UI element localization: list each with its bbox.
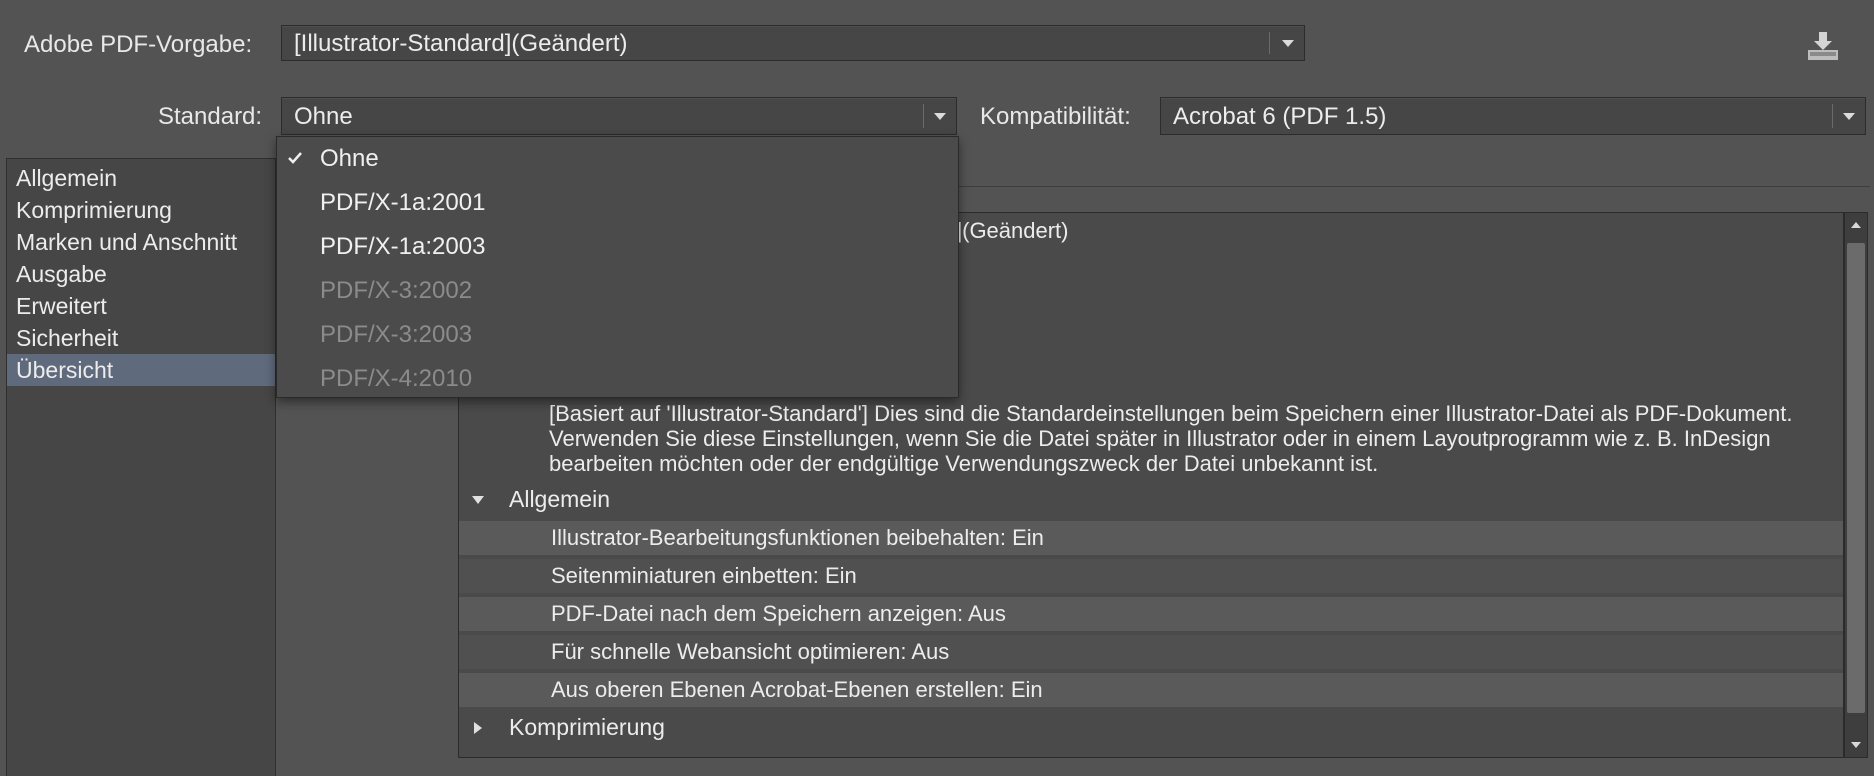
summary-scrollbar[interactable] xyxy=(1844,212,1868,758)
compat-label: Kompatibilität: xyxy=(980,103,1131,130)
sidebar-item-uebersicht[interactable]: Übersicht xyxy=(7,354,275,386)
preset-separator xyxy=(1269,32,1270,54)
standard-value: Ohne xyxy=(294,103,353,130)
summary-row: Aus oberen Ebenen Acrobat-Ebenen erstell… xyxy=(459,673,1843,707)
section-allgemein[interactable]: Allgemein xyxy=(459,483,1843,517)
triangle-down-icon xyxy=(472,496,484,504)
preset-description: [Basiert auf 'Illustrator-Standard'] Die… xyxy=(549,401,1793,476)
summary-row-text: Für schnelle Webansicht optimieren: Aus xyxy=(551,639,950,664)
compat-separator xyxy=(1832,104,1833,128)
summary-row-text: Aus oberen Ebenen Acrobat-Ebenen erstell… xyxy=(551,677,1043,702)
standard-label: Standard: xyxy=(158,103,263,130)
compat-value: Acrobat 6 (PDF 1.5) xyxy=(1173,103,1387,130)
preset-value: [Illustrator-Standard](Geändert) xyxy=(294,30,628,57)
section-label: Komprimierung xyxy=(509,714,665,740)
sidebar-item-komprimierung[interactable]: Komprimierung xyxy=(7,194,275,226)
sidebar-item-marken-und-anschnitt[interactable]: Marken und Anschnitt xyxy=(7,226,275,258)
menu-item-label: PDF/X-3:2003 xyxy=(320,321,473,348)
menu-item-pdfx-4-2010: PDF/X-4:2010 xyxy=(277,357,958,401)
sidebar-item-erweitert[interactable]: Erweitert xyxy=(7,290,275,322)
chevron-down-icon xyxy=(934,113,946,120)
menu-item-pdfx-1a-2003[interactable]: PDF/X-1a:2003 xyxy=(277,225,958,269)
triangle-right-icon xyxy=(474,722,482,734)
menu-item-pdfx-3-2002: PDF/X-3:2002 xyxy=(277,269,958,313)
scroll-down-icon[interactable] xyxy=(1850,740,1862,750)
summary-row: Illustrator-Bearbeitungsfunktionen beibe… xyxy=(459,521,1843,555)
standard-select[interactable]: Ohne xyxy=(281,97,957,135)
save-preset-icon[interactable] xyxy=(1806,30,1840,62)
category-sidebar: Allgemein Komprimierung Marken und Ansch… xyxy=(6,158,276,776)
menu-item-label: Ohne xyxy=(320,145,379,172)
menu-item-label: PDF/X-3:2002 xyxy=(320,277,473,304)
compatibility-select[interactable]: Acrobat 6 (PDF 1.5) xyxy=(1160,97,1866,135)
chevron-down-icon xyxy=(1282,40,1294,47)
preset-select[interactable]: [Illustrator-Standard](Geändert) xyxy=(281,25,1305,61)
summary-row-text: PDF-Datei nach dem Speichern anzeigen: A… xyxy=(551,601,1006,626)
chevron-down-icon xyxy=(1843,113,1855,120)
summary-row-text: Illustrator-Bearbeitungsfunktionen beibe… xyxy=(551,525,1044,550)
summary-row: Für schnelle Webansicht optimieren: Aus xyxy=(459,635,1843,669)
summary-row-text: Seitenminiaturen einbetten: Ein xyxy=(551,563,857,588)
sidebar-item-sicherheit[interactable]: Sicherheit xyxy=(7,322,275,354)
standard-dropdown-menu: Ohne PDF/X-1a:2001 PDF/X-1a:2003 PDF/X-3… xyxy=(276,136,959,398)
sidebar-item-ausgabe[interactable]: Ausgabe xyxy=(7,258,275,290)
preset-label: Adobe PDF-Vorgabe: xyxy=(24,31,253,58)
summary-row: Seitenminiaturen einbetten: Ein xyxy=(459,559,1843,593)
menu-item-ohne[interactable]: Ohne xyxy=(277,137,958,181)
scroll-up-icon[interactable] xyxy=(1850,220,1862,230)
checkmark-icon xyxy=(288,152,302,164)
scroll-thumb[interactable] xyxy=(1847,243,1865,713)
section-label: Allgemein xyxy=(509,486,610,512)
menu-item-pdfx-3-2003: PDF/X-3:2003 xyxy=(277,313,958,357)
summary-title-fragment: ](Geändert) xyxy=(956,218,1069,243)
section-komprimierung[interactable]: Komprimierung xyxy=(459,711,1843,745)
pdf-save-dialog: Adobe PDF-Vorgabe: [Illustrator-Standard… xyxy=(0,0,1874,776)
menu-item-label: PDF/X-1a:2001 xyxy=(320,189,486,216)
sidebar-item-allgemein[interactable]: Allgemein xyxy=(7,162,275,194)
standard-separator xyxy=(923,104,924,128)
summary-row: PDF-Datei nach dem Speichern anzeigen: A… xyxy=(459,597,1843,631)
menu-item-label: PDF/X-4:2010 xyxy=(320,365,473,392)
menu-item-pdfx-1a-2001[interactable]: PDF/X-1a:2001 xyxy=(277,181,958,225)
menu-item-label: PDF/X-1a:2003 xyxy=(320,233,486,260)
